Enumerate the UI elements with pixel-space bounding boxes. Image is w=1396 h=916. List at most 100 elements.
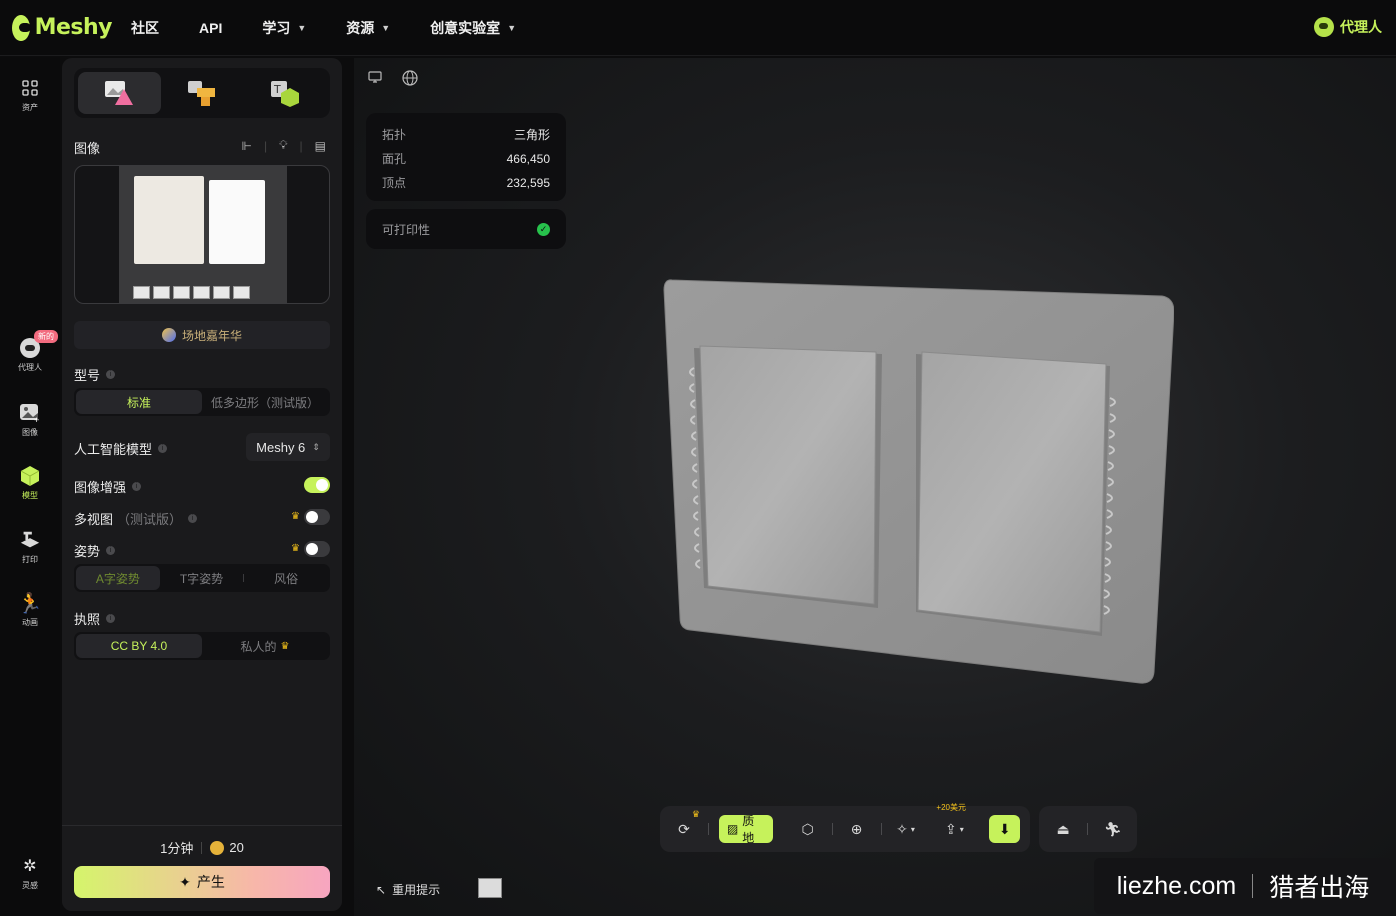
- notebook-page-right: [209, 180, 265, 264]
- credit-coin-icon: [210, 840, 225, 855]
- nav-items: 社区 API 学习 ▼ 资源 ▼ 创意实验室 ▼: [131, 18, 556, 38]
- lightbulb-icon[interactable]: 💡︎: [279, 138, 287, 153]
- globe-icon[interactable]: [402, 70, 418, 89]
- rail-label: 动画: [22, 618, 38, 627]
- text-to-3d-icon: T: [270, 80, 300, 107]
- info-icon: i: [106, 370, 116, 379]
- align-icon[interactable]: ⊩: [242, 139, 252, 153]
- rail-label: 灵感: [22, 881, 38, 890]
- image-to-3d-icon: [104, 80, 134, 106]
- rotate-button[interactable]: ⟳ ♛: [670, 809, 700, 843]
- check-icon: ✓: [537, 222, 550, 236]
- reuse-prompt-button[interactable]: ↖ 重用提示: [376, 881, 440, 898]
- chevron-down-icon: ▼: [297, 22, 307, 33]
- nav-item-resources[interactable]: 资源 ▼: [346, 18, 390, 38]
- animate-button[interactable]: 🏃︎: [1099, 815, 1127, 843]
- meshy-logo-icon: [12, 14, 31, 41]
- license-private[interactable]: 私人的 ♛: [202, 634, 328, 658]
- nav-item-creative-lab[interactable]: 创意实验室 ▼: [430, 18, 516, 38]
- pose-toggle[interactable]: [304, 541, 330, 557]
- license-title: 执照 i: [74, 609, 116, 628]
- chevron-down-icon: ▼: [381, 22, 391, 33]
- pose-custom[interactable]: 风俗: [244, 566, 328, 590]
- pose-selector: A字姿势 T字姿势 风俗: [74, 564, 330, 592]
- thumbnail-strip: [133, 286, 253, 299]
- top-navigation: Meshy 社区 API 学习 ▼ 资源 ▼ 创意实验室 ▼ 代理人: [0, 0, 1396, 56]
- rail-label: 资产: [22, 103, 38, 112]
- lighting-button[interactable]: ✧ ▾: [891, 815, 919, 843]
- monitor-icon[interactable]: [368, 70, 382, 89]
- 3d-model-render: [663, 279, 1174, 684]
- mode-text-to-3d[interactable]: T: [243, 72, 326, 114]
- rail-label: 模型: [22, 491, 38, 500]
- rail-item-image[interactable]: + 图像: [0, 402, 60, 438]
- divider: |: [299, 138, 303, 153]
- ai-model-select[interactable]: Meshy 6 ⇕: [246, 433, 330, 461]
- wireframe-button[interactable]: ⬡: [794, 815, 822, 843]
- agent-button[interactable]: 代理人: [1314, 17, 1382, 37]
- rail-item-animate[interactable]: 🏃 动画: [0, 592, 60, 628]
- watermark: liezhe.com 猎者出海: [1094, 858, 1392, 914]
- texture-icon: ▨: [726, 822, 739, 836]
- ai-model-title: 人工智能模型 i: [74, 439, 168, 458]
- print-model-button[interactable]: ⏏: [1049, 815, 1077, 843]
- image-upload-area[interactable]: [74, 165, 330, 304]
- document-icon[interactable]: ▤: [315, 139, 326, 153]
- texture-button[interactable]: ▨ 质地: [718, 814, 773, 845]
- nav-item-api[interactable]: API: [199, 20, 222, 36]
- uploaded-image-preview: [119, 166, 287, 303]
- mode-multi-image[interactable]: [161, 72, 244, 114]
- center-button[interactable]: ⊕: [843, 815, 871, 843]
- image-icon: +: [19, 402, 41, 424]
- cube-icon: [19, 465, 41, 487]
- multi-image-icon: [187, 80, 217, 106]
- download-button[interactable]: ⬇: [989, 815, 1020, 843]
- printability-card[interactable]: 可打印性 ✓: [366, 209, 566, 249]
- up-down-icon: ⇕: [312, 441, 320, 452]
- generate-button[interactable]: ✦ 产生: [74, 866, 330, 898]
- stat-vertices: 顶点 232,595: [382, 176, 550, 190]
- mode-image-to-3d[interactable]: [78, 72, 161, 114]
- rail-item-inspiration[interactable]: ✲ 灵感: [0, 855, 60, 891]
- image-section-title: 图像: [74, 141, 101, 156]
- info-icon: i: [188, 514, 198, 523]
- license-selector: CC BY 4.0 私人的 ♛: [74, 632, 330, 660]
- type-low-poly[interactable]: 低多边形（测试版）: [202, 390, 328, 414]
- multiview-toggle[interactable]: [304, 509, 330, 525]
- rail-label: 打印: [22, 555, 38, 564]
- license-cc-by[interactable]: CC BY 4.0: [76, 634, 202, 658]
- info-icon: i: [132, 482, 142, 491]
- rail-label: 代理人: [18, 363, 42, 372]
- rail-item-assets[interactable]: 资产: [0, 77, 60, 113]
- notebook-page-left: [134, 176, 204, 264]
- panel-footer: 1分钟 20 ✦ 产生: [62, 825, 342, 911]
- viewport-icons: [368, 70, 438, 89]
- viewport-toolbar: ⟳ ♛ ▨ 质地 ⬡ ⊕ ✧ ▾ +20美元 ⇪ ▾ ⬇: [660, 803, 1030, 852]
- 3d-viewport[interactable]: 拓扑三角形 面孔466,450 顶点232,595 可打印性 ✓ ⟳♛: [354, 58, 1396, 916]
- divider: [1252, 874, 1254, 898]
- nav-item-learn[interactable]: 学习 ▼: [262, 18, 306, 38]
- export-bonus: +20美元: [936, 803, 966, 812]
- export-button[interactable]: +20美元 ⇪ ▾: [936, 803, 968, 843]
- running-figure-icon: 🏃: [17, 592, 43, 615]
- rail-item-model[interactable]: 模型: [0, 465, 60, 501]
- logo[interactable]: Meshy: [12, 14, 113, 41]
- svg-text:+: +: [34, 415, 39, 424]
- info-icon: i: [106, 546, 116, 555]
- crown-icon: ♛: [291, 511, 300, 522]
- nav-item-community[interactable]: 社区: [131, 18, 159, 38]
- mesh-stats-card: 拓扑 三角形 面孔 466,450 顶点 232,595: [366, 113, 566, 201]
- globe-badge-icon: [161, 328, 176, 342]
- image-enhance-toggle[interactable]: [304, 477, 330, 493]
- rail-item-agent[interactable]: 新的 代理人: [0, 330, 60, 373]
- rail-item-print[interactable]: 打印: [0, 529, 60, 565]
- chevron-down-icon: ▼: [507, 22, 517, 33]
- source-image-thumbnail[interactable]: [478, 878, 502, 898]
- svg-text:T: T: [273, 83, 281, 96]
- pose-a[interactable]: A字姿势: [76, 566, 160, 590]
- promo-banner[interactable]: 场地嘉年华: [74, 321, 330, 349]
- mode-switcher: T: [74, 68, 330, 118]
- type-standard[interactable]: 标准: [76, 390, 202, 414]
- pose-t[interactable]: T字姿势: [160, 566, 244, 590]
- rail-label: 图像: [22, 428, 38, 437]
